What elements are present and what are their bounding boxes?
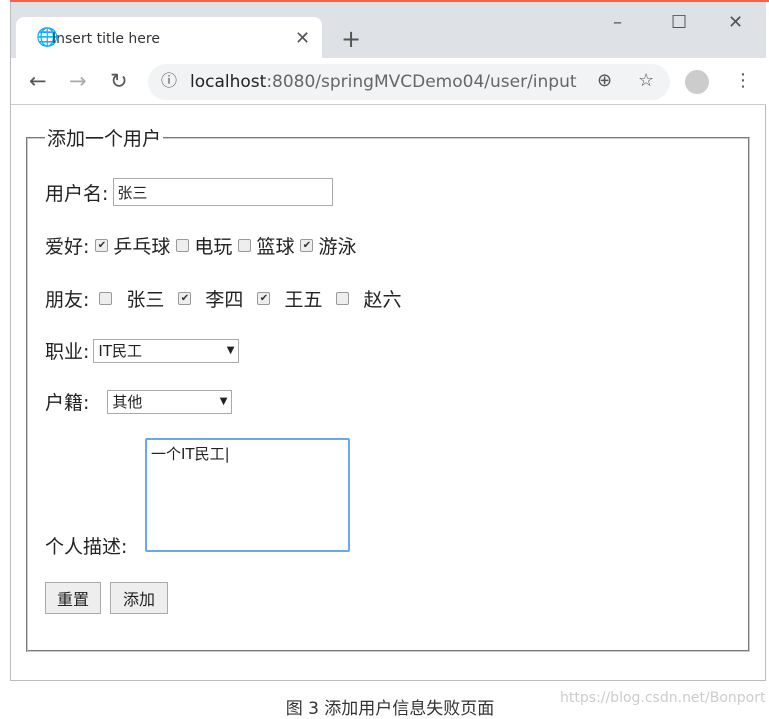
avatar[interactable] (685, 70, 709, 94)
new-tab-icon[interactable]: + (341, 27, 361, 51)
url-host: localhost (190, 72, 267, 92)
hukou-select[interactable]: 其他 ▼ (107, 389, 233, 414)
hobby-checkbox[interactable]: ✔ (95, 239, 109, 252)
friend-checkbox[interactable]: ✔ (257, 292, 271, 305)
star-icon[interactable]: ☆ (638, 72, 654, 90)
reset-button[interactable]: 重置 (45, 582, 101, 614)
hobby-checkbox[interactable]: ✔ (300, 239, 314, 252)
url-text[interactable]: localhost:8080/springMVCDemo04/user/inpu… (190, 72, 577, 92)
hukou-value: 其他 (112, 393, 143, 411)
friend-checkbox[interactable]: ✔ (178, 292, 192, 305)
username-value: 张三 (117, 183, 148, 202)
fieldset-legend: 添加一个用户 (47, 128, 162, 150)
hobby-label-item: 电玩 (194, 236, 233, 258)
description-value: 一个IT民工 (151, 445, 225, 463)
reload-icon[interactable]: ↻ (110, 71, 128, 92)
friend-checkbox[interactable] (336, 292, 350, 305)
friend-label-item: 张三 (126, 289, 165, 311)
close-window-icon[interactable]: ✕ (728, 14, 743, 32)
chevron-down-icon: ▼ (226, 345, 235, 356)
hobby-checkbox[interactable] (238, 239, 252, 252)
back-icon[interactable]: ← (29, 71, 47, 92)
submit-button[interactable]: 添加 (110, 582, 168, 614)
url-path: :8080/springMVCDemo04/user/input (266, 72, 577, 92)
job-value: IT民工 (98, 342, 142, 360)
info-icon[interactable]: ⓘ (161, 73, 177, 89)
friend-label-item: 李四 (205, 289, 244, 311)
hobby-label-item: 篮球 (256, 236, 295, 258)
friend-label: 朋友: (45, 289, 90, 311)
watermark: https://blog.csdn.net/Bonport (560, 690, 766, 706)
job-label: 职业: (45, 341, 90, 363)
close-tab-icon[interactable]: ✕ (295, 30, 310, 48)
zoom-icon[interactable]: ⊕ (597, 72, 612, 90)
username-input[interactable]: 张三 (113, 178, 334, 206)
tab-title: Insert title here (52, 31, 160, 47)
friend-label-item: 王五 (284, 289, 323, 311)
minimize-icon[interactable]: – (613, 14, 622, 32)
hobby-label: 爱好: (45, 236, 90, 258)
hobby-checkbox[interactable] (176, 239, 190, 252)
hukou-label: 户籍: (45, 392, 90, 414)
friend-checkbox[interactable] (99, 292, 113, 305)
forward-icon[interactable]: → (69, 71, 87, 92)
maximize-icon[interactable]: ☐ (671, 14, 687, 32)
menu-icon[interactable]: ⋮ (734, 72, 752, 90)
job-select[interactable]: IT民工 ▼ (93, 338, 240, 363)
hobby-label-item: 游泳 (318, 236, 357, 258)
description-textarea[interactable]: 一个IT民工| (145, 438, 350, 552)
friend-label-item: 赵六 (363, 289, 402, 311)
username-label: 用户名: (45, 182, 109, 205)
hobby-label-item: 乒乓球 (113, 236, 171, 258)
chevron-down-icon: ▼ (219, 396, 228, 407)
description-label: 个人描述: (45, 536, 128, 558)
